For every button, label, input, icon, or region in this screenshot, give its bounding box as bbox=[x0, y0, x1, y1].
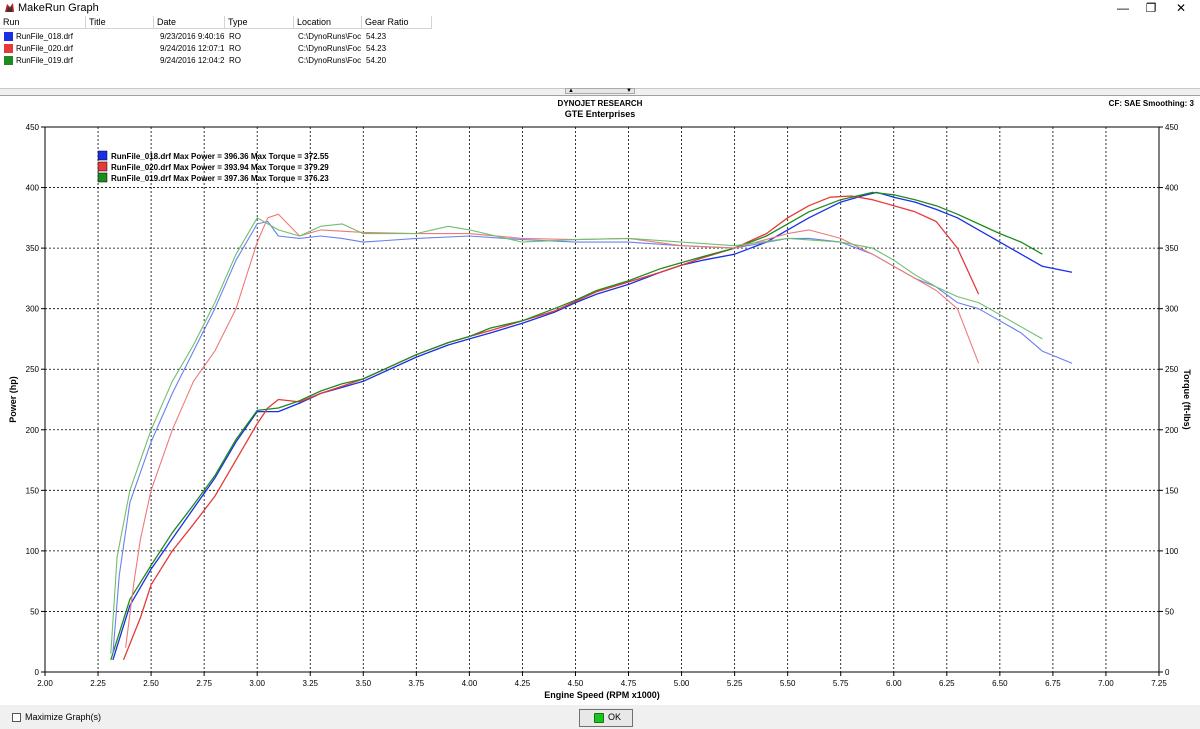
panel-splitter[interactable]: ▲ ▼ bbox=[565, 88, 635, 94]
y-tick-label-left: 50 bbox=[30, 607, 39, 616]
y-tick-label-left: 200 bbox=[26, 426, 40, 435]
x-tick-label: 6.50 bbox=[992, 679, 1008, 688]
run-date: 9/24/2016 12:07:1 bbox=[160, 44, 225, 53]
y-tick-label-right: 50 bbox=[1165, 607, 1174, 616]
run-date: 9/24/2016 12:04:2 bbox=[160, 56, 225, 65]
x-tick-label: 2.50 bbox=[143, 679, 159, 688]
run-row-1[interactable]: RunFile_018.drf 9/23/2016 9:40:16 RO C:\… bbox=[0, 31, 432, 42]
run-type: RO bbox=[229, 56, 241, 65]
x-tick-label: 3.75 bbox=[409, 679, 425, 688]
minimize-button[interactable]: — bbox=[1108, 0, 1138, 16]
maximize-graphs-checkbox[interactable] bbox=[12, 713, 21, 722]
y-tick-label-left: 300 bbox=[26, 305, 40, 314]
run-date: 9/23/2016 9:40:16 bbox=[160, 32, 225, 41]
run-list-table[interactable]: Run Title Date Type Location Gear Ratio … bbox=[0, 16, 1200, 89]
column-header-gear-ratio[interactable]: Gear Ratio bbox=[362, 16, 432, 29]
x-axis-label: Engine Speed (RPM x1000) bbox=[544, 690, 660, 700]
ok-status-icon bbox=[594, 713, 604, 723]
run-name: RunFile_018.drf bbox=[16, 32, 73, 41]
run-gear-ratio: 54.23 bbox=[366, 32, 387, 41]
ok-button[interactable]: OK bbox=[579, 709, 633, 727]
legend-entry: RunFile_019.drf Max Power = 397.36 Max T… bbox=[111, 174, 329, 183]
run-name: RunFile_020.drf bbox=[16, 44, 73, 53]
legend-entry: RunFile_018.drf Max Power = 396.36 Max T… bbox=[111, 152, 329, 161]
x-tick-label: 2.00 bbox=[37, 679, 53, 688]
run-list-header: Run Title Date Type Location Gear Ratio bbox=[0, 16, 432, 29]
y-tick-label-left: 100 bbox=[26, 547, 40, 556]
run-gear-ratio: 54.20 bbox=[366, 56, 387, 65]
x-tick-label: 2.25 bbox=[90, 679, 106, 688]
x-tick-label: 4.50 bbox=[568, 679, 584, 688]
run-row-3[interactable]: RunFile_019.drf 9/24/2016 12:04:2 RO C:\… bbox=[0, 55, 432, 66]
y-tick-label-right: 450 bbox=[1165, 123, 1179, 132]
legend-swatch bbox=[97, 150, 108, 161]
series-line-runfile_020-drf-power bbox=[122, 195, 980, 661]
legend-swatch bbox=[97, 172, 108, 183]
bottom-bar: Maximize Graph(s) OK bbox=[0, 705, 1200, 729]
x-tick-label: 4.25 bbox=[515, 679, 531, 688]
y-axis-label-right: Torque (ft-lbs) bbox=[1182, 369, 1192, 429]
run-row-2[interactable]: RunFile_020.drf 9/24/2016 12:07:1 RO C:\… bbox=[0, 43, 432, 54]
run-location: C:\DynoRuns\Foc bbox=[298, 32, 362, 41]
column-header-type[interactable]: Type bbox=[225, 16, 294, 29]
x-tick-label: 3.25 bbox=[302, 679, 318, 688]
y-tick-label-right: 100 bbox=[1165, 547, 1179, 556]
x-tick-label: 5.25 bbox=[727, 679, 743, 688]
y-tick-label-left: 400 bbox=[26, 184, 40, 193]
run-gear-ratio: 54.23 bbox=[366, 44, 387, 53]
run-location: C:\DynoRuns\Foc bbox=[298, 56, 362, 65]
legend-swatch bbox=[97, 161, 108, 172]
y-tick-label-left: 250 bbox=[26, 365, 40, 374]
legend-entry: RunFile_020.drf Max Power = 393.94 Max T… bbox=[111, 163, 329, 172]
x-tick-label: 7.00 bbox=[1098, 679, 1114, 688]
dynojet-app-icon bbox=[5, 3, 14, 12]
x-tick-label: 5.00 bbox=[674, 679, 690, 688]
ok-button-label: OK bbox=[608, 712, 622, 722]
y-tick-label-left: 0 bbox=[35, 668, 40, 677]
y-tick-label-left: 150 bbox=[26, 486, 40, 495]
splitter-down-icon[interactable]: ▼ bbox=[626, 88, 632, 94]
y-tick-label-right: 200 bbox=[1165, 426, 1179, 435]
y-tick-label-left: 350 bbox=[26, 244, 40, 253]
x-tick-label: 6.75 bbox=[1045, 679, 1061, 688]
column-header-title[interactable]: Title bbox=[86, 16, 154, 29]
y-tick-label-right: 150 bbox=[1165, 486, 1179, 495]
dyno-chart: 2.00 2.25 2.50 2.75 3.00 3.25 3.50 3.75 4.00 4.25… bbox=[8, 123, 1192, 700]
column-header-date[interactable]: Date bbox=[154, 16, 225, 29]
y-tick-label-left: 450 bbox=[26, 123, 40, 132]
column-header-location[interactable]: Location bbox=[294, 16, 362, 29]
run-type: RO bbox=[229, 44, 241, 53]
x-tick-label: 3.50 bbox=[355, 679, 371, 688]
plot-frame bbox=[44, 126, 1160, 673]
column-header-run[interactable]: Run bbox=[0, 16, 86, 29]
run-location: C:\DynoRuns\Foc bbox=[298, 44, 362, 53]
x-tick-label: 5.50 bbox=[780, 679, 796, 688]
y-tick-label-right: 300 bbox=[1165, 305, 1179, 314]
run-type: RO bbox=[229, 32, 241, 41]
x-tick-label: 2.75 bbox=[196, 679, 212, 688]
x-tick-label: 4.00 bbox=[462, 679, 478, 688]
window-titlebar: MakeRun Graph — ❐ ✕ bbox=[0, 0, 1200, 16]
splitter-up-icon[interactable]: ▲ bbox=[568, 88, 574, 94]
y-tick-label-right: 0 bbox=[1165, 668, 1170, 677]
run-color-swatch bbox=[4, 32, 13, 41]
run-name: RunFile_019.drf bbox=[16, 56, 73, 65]
run-color-swatch bbox=[4, 44, 13, 53]
y-axis-label-left: Power (hp) bbox=[8, 376, 18, 423]
x-tick-label: 4.75 bbox=[621, 679, 637, 688]
close-button[interactable]: ✕ bbox=[1166, 0, 1196, 16]
window-title: MakeRun Graph bbox=[18, 2, 99, 14]
y-tick-label-right: 350 bbox=[1165, 244, 1179, 253]
x-tick-label: 3.00 bbox=[249, 679, 265, 688]
maximize-graphs-label[interactable]: Maximize Graph(s) bbox=[25, 712, 101, 722]
x-tick-label: 6.00 bbox=[886, 679, 902, 688]
run-color-swatch bbox=[4, 56, 13, 65]
x-tick-label: 5.75 bbox=[833, 679, 849, 688]
y-tick-label-right: 400 bbox=[1165, 184, 1179, 193]
y-tick-label-right: 250 bbox=[1165, 365, 1179, 374]
series-line-runfile_018-drf-power bbox=[112, 191, 1073, 661]
x-tick-label: 7.25 bbox=[1151, 679, 1167, 688]
restore-button[interactable]: ❐ bbox=[1136, 0, 1166, 16]
x-tick-label: 6.25 bbox=[939, 679, 955, 688]
